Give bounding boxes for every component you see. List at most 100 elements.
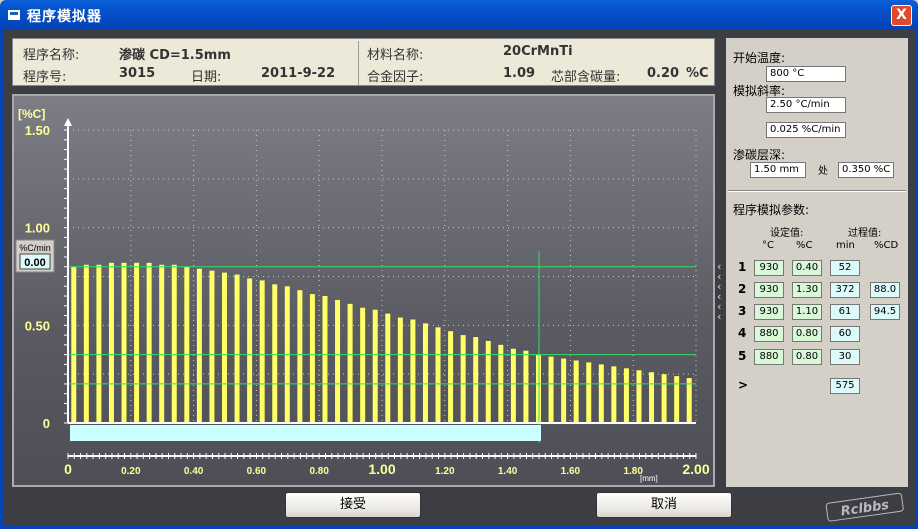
- data-bar: [96, 264, 102, 423]
- program-info-panel: 程序名称: 渗碳 CD=1.5mm 程序号: 3015 日期: 2011-9-2…: [12, 38, 715, 86]
- data-bar: [448, 331, 454, 423]
- title-bar: 程序模拟器 X: [0, 0, 918, 30]
- data-bar: [686, 378, 692, 423]
- data-bar: [372, 309, 378, 423]
- data-bar: [71, 266, 77, 423]
- x-tick-label: 0.60: [247, 466, 267, 477]
- data-bar: [196, 268, 202, 423]
- process-values-header: 过程值:: [848, 228, 882, 239]
- data-bar: [322, 296, 328, 423]
- info-divider: [358, 41, 359, 85]
- start-temp-label: 开始温度:: [733, 51, 786, 65]
- date-label: 日期:: [191, 70, 222, 85]
- program-no-value: 3015: [119, 66, 156, 81]
- at-label: 处: [818, 166, 828, 177]
- slope-temp-field[interactable]: 2.50 °C/min: [766, 97, 846, 113]
- param-cd-field: 88.0: [870, 282, 900, 298]
- param-carbon-field[interactable]: 0.40: [792, 260, 822, 276]
- params-title: 程序模拟参数:: [733, 203, 810, 217]
- start-temp-field[interactable]: 800 °C: [766, 66, 846, 82]
- total-label: >: [738, 378, 749, 392]
- x-tick-label: 1.60: [561, 466, 581, 477]
- core-carbon-value: 0.20: [647, 66, 680, 81]
- param-carbon-field[interactable]: 0.80: [792, 349, 822, 365]
- data-bar: [259, 280, 265, 423]
- case-depth-bar: [70, 425, 541, 441]
- data-bar: [510, 348, 516, 423]
- depth-carbon-field[interactable]: 0.350 %C: [838, 162, 894, 178]
- program-name-value: 渗碳 CD=1.5mm: [119, 48, 231, 63]
- data-bar: [435, 327, 441, 423]
- data-bar: [548, 356, 554, 423]
- data-bar: [485, 340, 491, 423]
- data-bar: [184, 266, 190, 423]
- param-minutes-field: 61: [830, 304, 860, 320]
- collapse-arrows-icon[interactable]: ‹ ‹ ‹ ‹ ‹ ‹: [717, 261, 721, 322]
- material-label: 材料名称:: [367, 48, 424, 63]
- x-tick-label: 1.00: [368, 461, 395, 477]
- rate-label: %C/min: [19, 243, 51, 253]
- y-axis-arrow-icon: [64, 118, 72, 126]
- program-no-label: 程序号:: [23, 70, 67, 85]
- data-bar: [523, 350, 529, 423]
- data-bar: [159, 264, 165, 423]
- data-bar: [209, 270, 215, 423]
- param-row-number: 3: [738, 304, 747, 318]
- param-minutes-field: 52: [830, 260, 860, 276]
- y-tick-label: 0: [43, 416, 50, 431]
- data-bar: [134, 262, 140, 423]
- col-min-header: min: [836, 240, 855, 251]
- side-panel: 开始温度: 800 °C 模拟斜率: 2.50 °C/min 0.025 %C/…: [726, 38, 908, 487]
- svg-text:Rclbbs: Rclbbs: [840, 498, 890, 520]
- param-row-number: 2: [738, 282, 747, 296]
- col-carbon-header: %C: [796, 240, 813, 251]
- x-axis-label: [mm]: [640, 474, 658, 483]
- rate-value: 0.00: [24, 257, 45, 269]
- col-temp-header: °C: [762, 240, 774, 251]
- param-temp-field[interactable]: 930: [754, 260, 784, 276]
- app-icon: [8, 10, 20, 20]
- col-cd-header: %CD: [874, 240, 899, 251]
- param-carbon-field[interactable]: 1.30: [792, 282, 822, 298]
- data-bar: [586, 362, 592, 423]
- slope-carbon-field[interactable]: 0.025 %C/min: [766, 122, 846, 138]
- param-carbon-field[interactable]: 1.10: [792, 304, 822, 320]
- param-temp-field[interactable]: 880: [754, 326, 784, 342]
- close-button[interactable]: X: [891, 5, 912, 26]
- data-bar: [636, 370, 642, 423]
- param-carbon-field[interactable]: 0.80: [792, 326, 822, 342]
- data-bar: [121, 262, 127, 423]
- accept-button[interactable]: 接受: [285, 492, 421, 518]
- param-cd-field: 94.5: [870, 304, 900, 320]
- data-bar: [623, 368, 629, 423]
- param-minutes-field: 60: [830, 326, 860, 342]
- param-minutes-field: 372: [830, 282, 860, 298]
- side-divider: [728, 190, 906, 192]
- x-tick-label: 0.20: [121, 466, 141, 477]
- param-minutes-field: 30: [830, 349, 860, 365]
- window-title: 程序模拟器: [27, 9, 102, 25]
- data-bar: [234, 274, 240, 423]
- data-bar: [661, 374, 667, 423]
- param-temp-field[interactable]: 930: [754, 282, 784, 298]
- data-bar: [649, 372, 655, 423]
- data-bar: [83, 264, 89, 423]
- data-bar: [108, 262, 114, 423]
- param-temp-field[interactable]: 880: [754, 349, 784, 365]
- cancel-button[interactable]: 取消: [596, 492, 732, 518]
- data-bar: [309, 294, 315, 423]
- date-value: 2011-9-22: [261, 66, 336, 81]
- depth-label: 渗碳层深:: [733, 148, 786, 162]
- data-bar: [347, 303, 353, 423]
- param-temp-field[interactable]: 930: [754, 304, 784, 320]
- data-bar: [573, 360, 579, 423]
- depth-field[interactable]: 1.50 mm: [750, 162, 806, 178]
- x-tick-label: 0: [64, 461, 72, 477]
- x-tick-label: 2.00: [682, 461, 709, 477]
- param-row-number: 5: [738, 349, 747, 363]
- x-tick-label: 1.40: [498, 466, 518, 477]
- data-bar: [272, 284, 278, 423]
- data-bar: [297, 290, 303, 423]
- data-bar: [385, 313, 391, 423]
- data-bar: [397, 317, 403, 423]
